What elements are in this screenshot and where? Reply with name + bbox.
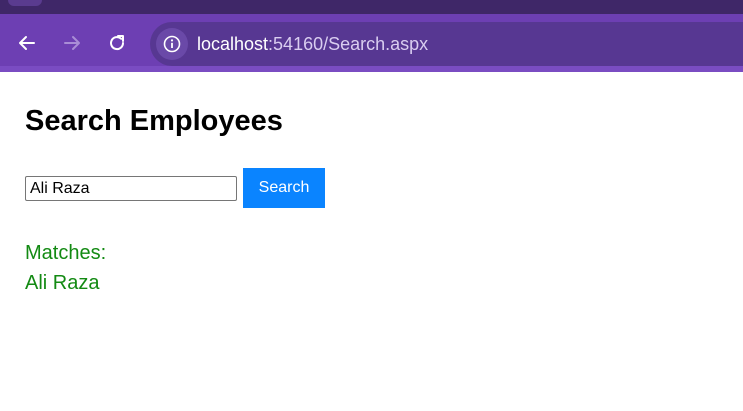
arrow-left-icon	[19, 36, 35, 50]
forward-button[interactable]	[57, 28, 87, 58]
search-button[interactable]: Search	[243, 168, 325, 208]
matches-label: Matches:	[25, 242, 107, 264]
arrow-right-icon	[64, 36, 80, 50]
url-text[interactable]: localhost:54160/Search.aspx	[197, 33, 428, 55]
info-icon	[163, 35, 181, 53]
reload-icon	[110, 35, 125, 51]
page-title: Search Employees	[25, 105, 283, 137]
site-info-button[interactable]	[156, 28, 188, 60]
address-bar[interactable]: localhost:54160/Search.aspx	[150, 22, 743, 66]
reload-button[interactable]	[102, 28, 132, 58]
tab-strip	[0, 0, 743, 14]
back-button[interactable]	[12, 28, 42, 58]
toolbar-divider	[0, 66, 743, 72]
browser-tab[interactable]	[8, 0, 42, 6]
url-host: localhost	[197, 34, 269, 54]
browser-toolbar: localhost:54160/Search.aspx	[0, 14, 743, 72]
result-item: Ali Raza	[25, 272, 100, 294]
search-input[interactable]	[25, 176, 237, 201]
url-path: :54160/Search.aspx	[268, 34, 429, 54]
